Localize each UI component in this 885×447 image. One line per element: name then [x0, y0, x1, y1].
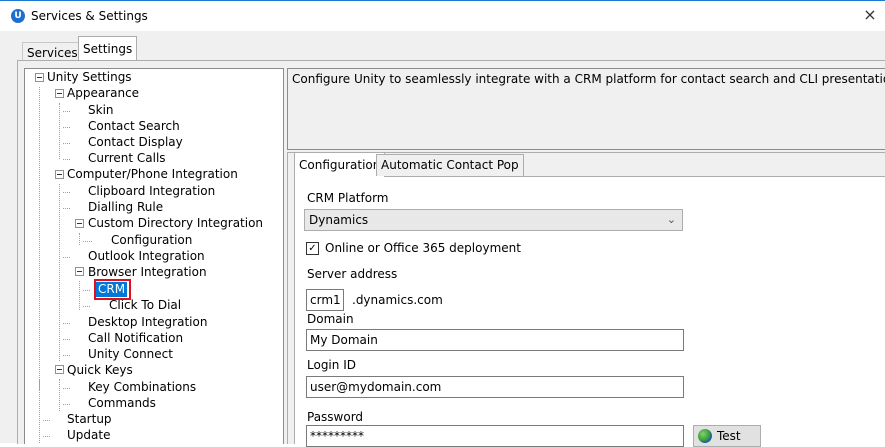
tree-item-key-combinations[interactable]: Key Combinations [88, 380, 196, 395]
domain-label: Domain [307, 312, 354, 326]
tree-collapse-icon[interactable] [75, 267, 84, 276]
tree-connector [63, 159, 70, 160]
tree-item-skin[interactable]: Skin [88, 103, 114, 118]
tree-item-browser-integration[interactable]: Browser Integration [88, 265, 207, 280]
tree-connector [63, 339, 70, 340]
tree-item-desktop-integration[interactable]: Desktop Integration [88, 315, 207, 330]
tab-automatic-contact-pop[interactable]: Automatic Contact Pop [376, 154, 524, 176]
tree-item-contact-search[interactable]: Contact Search [88, 119, 180, 134]
tab-settings[interactable]: Settings [78, 36, 138, 62]
tree-connector [39, 379, 40, 443]
tree-connector [59, 184, 60, 361]
description-panel: Configure Unity to seamlessly integrate … [287, 68, 885, 150]
tree-item-configuration[interactable]: Configuration [111, 233, 192, 248]
tree-item-computer-phone-integration[interactable]: Computer/Phone Integration [67, 167, 238, 182]
description-text: Configure Unity to seamlessly integrate … [292, 72, 885, 86]
tree-item-startup[interactable]: Startup [67, 412, 112, 427]
tree-collapse-icon[interactable] [55, 365, 64, 374]
crm-platform-select[interactable]: Dynamics ⌄ [304, 209, 683, 231]
tree-connector [83, 290, 90, 291]
tree-item-commands[interactable]: Commands [88, 396, 156, 411]
crm-highlight-box [94, 279, 131, 300]
tree-item-unity-connect[interactable]: Unity Connect [88, 347, 173, 362]
chevron-down-icon: ⌄ [666, 213, 676, 226]
tree-connector [63, 388, 70, 389]
tree-connector [63, 355, 70, 356]
services-settings-window: U Services & Settings × Services Setting… [0, 0, 885, 447]
tree-connector [63, 111, 70, 112]
tree-item-call-notification[interactable]: Call Notification [88, 331, 183, 346]
tree-connector [63, 127, 70, 128]
tree-connector [59, 103, 60, 159]
tree-connector [63, 323, 70, 324]
tree-collapse-icon[interactable] [75, 219, 84, 228]
tree-item-clipboard-integration[interactable]: Clipboard Integration [88, 184, 215, 199]
server-address-label: Server address [307, 267, 398, 281]
tree-connector [79, 281, 80, 310]
server-address-input[interactable] [306, 289, 344, 311]
server-suffix-label: .dynamics.com [352, 293, 443, 307]
tree-connector [63, 257, 70, 258]
tree-collapse-icon[interactable] [55, 170, 64, 179]
tree-connector [63, 192, 70, 193]
tree-item-quick-keys[interactable]: Quick Keys [67, 363, 133, 378]
settings-tree[interactable]: Unity Settings Appearance Skin Contact S… [24, 68, 284, 444]
tree-item-click-to-dial[interactable]: Click To Dial [109, 298, 181, 313]
password-input[interactable] [306, 425, 684, 447]
tree-collapse-icon[interactable] [35, 73, 44, 82]
tree-connector [63, 143, 70, 144]
tree-connector [83, 241, 92, 242]
tree-item-custom-directory-integration[interactable]: Custom Directory Integration [88, 216, 263, 231]
crm-platform-label: CRM Platform [307, 191, 389, 205]
crm-platform-value: Dynamics [309, 213, 369, 227]
tree-item-update[interactable]: Update [67, 428, 110, 443]
tree-connector [79, 233, 80, 245]
online-deployment-checkbox[interactable]: ✓ [306, 242, 319, 255]
globe-icon [698, 429, 712, 443]
tree-connector [63, 404, 70, 405]
tree-connector [63, 208, 70, 209]
password-label: Password [307, 410, 364, 424]
title-bar: U Services & Settings × [0, 1, 885, 31]
tab-configuration[interactable]: Configuration [294, 152, 386, 177]
tree-item-current-calls[interactable]: Current Calls [88, 151, 166, 166]
domain-input[interactable] [306, 329, 684, 351]
tree-item-unity-settings[interactable]: Unity Settings [47, 70, 132, 85]
login-id-input[interactable] [306, 376, 684, 398]
test-button-label: Test [717, 429, 741, 443]
tree-connector [83, 306, 90, 307]
online-deployment-label: Online or Office 365 deployment [325, 241, 521, 255]
login-id-label: Login ID [307, 358, 356, 372]
tree-item-dialling-rule[interactable]: Dialling Rule [88, 200, 163, 215]
tree-connector [43, 420, 50, 421]
tree-connector [39, 87, 40, 390]
tree-connector [59, 379, 60, 411]
unity-app-icon: U [11, 9, 25, 23]
close-button[interactable]: × [855, 1, 885, 31]
tree-connector [43, 436, 50, 437]
window-title: Services & Settings [31, 9, 148, 23]
tree-item-appearance[interactable]: Appearance [67, 86, 139, 101]
tree-collapse-icon[interactable] [55, 89, 64, 98]
test-button[interactable]: Test [693, 425, 761, 447]
tree-item-contact-display[interactable]: Contact Display [88, 135, 183, 150]
tree-item-outlook-integration[interactable]: Outlook Integration [88, 249, 205, 264]
